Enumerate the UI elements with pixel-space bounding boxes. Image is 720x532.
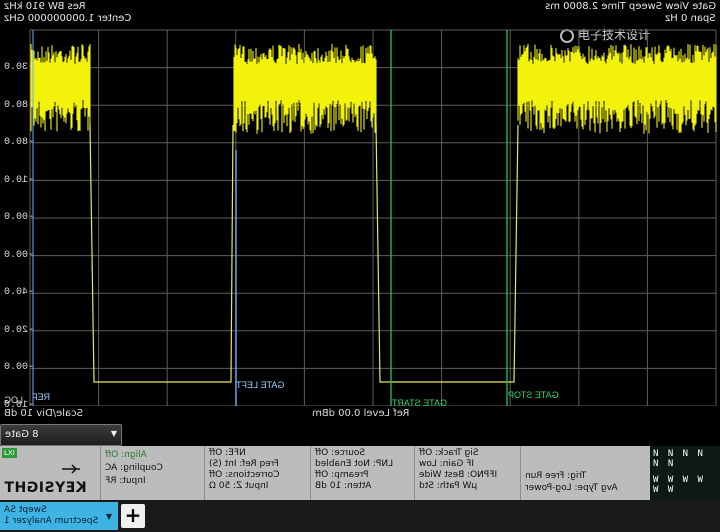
y-axis-label: -20.0 [4,324,35,336]
corrections-status: Corrections: Off [209,470,280,480]
gate-select[interactable]: 8 Gate ▼ [0,424,122,446]
gate-stop-marker-label: GATE STOP [508,390,559,400]
preamp-status: Preamp: Off [315,470,369,480]
status-panel: LXI KEYSIGHT Align: Off Coupling: AC Inp… [0,446,720,521]
plot-footer: Scale/Div 10 dB Ref Level 0.00 dBm [0,406,720,424]
ref-level-label: Ref Level 0.00 dBm [312,408,410,419]
status-col-input: Align: Off Coupling: AC Input: RF [100,446,204,500]
y-axis-label: -00.0 [4,212,35,223]
trig-status: Trig: Free Run [525,471,587,481]
y-axis-label: -80.0 [4,137,35,148]
status-col-path: Sig Track: Off IF Gain: Low IFPNO: Best … [414,446,520,500]
res-bw-label: Res BW 910 kHz [4,1,86,12]
nfe-status: NFE: Off [209,448,246,458]
status-col-corrections: NFE: Off Freq Ref: Int (S) Corrections: … [204,446,310,500]
gate-select-label: 8 Gate [5,429,39,440]
trace-off-segment-2 [375,124,519,383]
trace-indicator[interactable]: N N N N N N W W W W W W 1 2 3 4 5 6 [650,446,720,521]
y-axis-label: -00.0 [4,362,35,373]
ifpno-status: IFPNO: Best Wide [419,470,498,480]
tab-bar: Swept SA Spectrum Analyzer 1 ▼ + [0,500,720,532]
ref-marker-label: REF [32,392,50,402]
uw-path-status: μW Path: Std [419,481,478,491]
trace-row-type: W W W W W W [653,475,705,495]
scale-div-label: Scale/Div 10 dB [4,408,83,419]
status-col-atten: Source: Off LNP: Not Enabled Preamp: Off… [310,446,414,500]
sweep-time-label: Gate View Sweep Time 2.8000 ms [544,1,716,12]
y-axis-label: -30.0 [4,62,35,73]
trace-row-detector: N N N N N N [653,449,705,469]
avg-type-status: Avg Type: Log-Power [525,483,618,493]
log-label: LOG [4,395,24,405]
add-tab-button[interactable]: + [121,504,145,528]
y-axis-label: -80.0 [4,99,35,111]
coupling-status: Coupling: AC [105,463,163,473]
input-status: Input: RF [105,476,146,486]
chevron-down-icon: ▼ [110,429,117,438]
tab-mode-label: Swept SA [4,505,47,515]
trace-burst-3 [517,44,717,134]
sig-track-status: Sig Track: Off [419,448,479,458]
y-axis-label: -00.0 [4,249,35,261]
keysight-logo: KEYSIGHT [4,480,87,496]
align-status[interactable]: Align: Off [105,449,147,462]
input-z-status: Input Z: 50 Ω [209,481,269,491]
connector-icon [62,464,80,474]
tab-spectrum-analyzer[interactable]: Swept SA Spectrum Analyzer 1 ▼ [0,502,118,530]
freq-ref-status: Freq Ref: Int (S) [209,459,279,469]
atten-status: Atten: 10 dB [315,481,372,491]
trace-burst-1 [30,44,91,132]
status-col-trigger: Trig: Free Run Avg Type: Log-Power [520,446,650,500]
if-gain-status: IF Gain: Low [419,459,475,469]
trace-off-segment-1 [89,124,234,383]
lnp-status: LNP: Not Enabled [315,459,394,469]
trace-burst-2 [233,44,377,134]
gate-left-marker-label: GATE LEFT [236,380,285,390]
y-axis-label: -10.0 [4,174,35,186]
spectrum-plot [29,29,717,406]
lxi-badge: LXI [2,448,17,458]
source-status: Source: Off [315,448,366,458]
chevron-down-icon: ▼ [105,512,112,521]
tab-name-label: Spectrum Analyzer 1 [4,516,99,526]
y-axis-label: -40.0 [4,287,35,298]
